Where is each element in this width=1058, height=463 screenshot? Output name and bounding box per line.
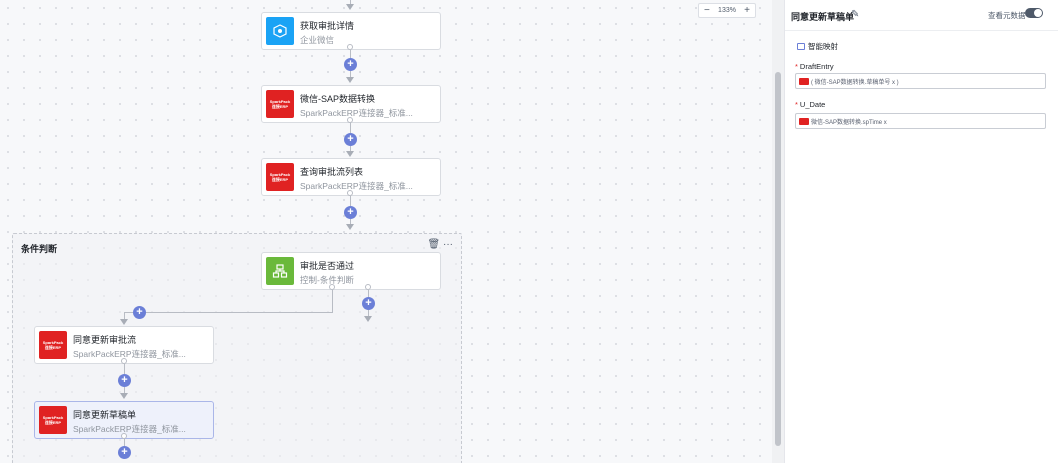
add-step-button[interactable]: +: [133, 306, 146, 319]
add-step-button[interactable]: +: [118, 446, 131, 459]
canvas-scrollbar[interactable]: [772, 0, 784, 463]
arrow-down-icon: [120, 393, 128, 399]
group-title: 条件判断: [21, 244, 58, 254]
sparkpack-logo-icon: SparkPack 连接ERP: [39, 406, 67, 434]
arrow-down-icon: [120, 319, 128, 325]
smart-mapping-label: 智能映射: [808, 42, 838, 51]
sparkpack-tag-icon: [799, 117, 809, 125]
sparkpack-logo-icon: SparkPack 连接ERP: [39, 331, 67, 359]
more-icon[interactable]: ···: [443, 239, 453, 250]
add-step-button[interactable]: +: [362, 297, 375, 310]
flow-canvas[interactable]: 获取审批详情 企业微信 + SparkPack 连接ERP 微信-SAP数据转换 …: [0, 0, 772, 463]
arrow-down-icon: [346, 77, 354, 83]
arrow-down-icon: [346, 224, 354, 230]
node-title: 同意更新草稿单: [73, 410, 137, 420]
node-title: 获取审批详情: [300, 21, 355, 31]
metadata-toggle[interactable]: [1025, 8, 1043, 18]
sparkpack-tag-icon: [799, 77, 809, 85]
field-label-udate: * U_Date: [795, 100, 826, 109]
node-title: 同意更新审批流: [73, 335, 137, 345]
properties-panel: 同意更新草稿单 ✎ 查看元数据 智能映射 * DraftEntry ( 微信-SA…: [784, 0, 1058, 463]
field-label-draftentry: * DraftEntry: [795, 62, 834, 71]
panel-title: 同意更新草稿单: [791, 12, 855, 22]
condition-branch-icon: [266, 257, 294, 285]
sparkpack-logo-icon: SparkPack 连接ERP: [266, 90, 294, 118]
node-approval-passed[interactable]: 审批是否通过 控制-条件判断: [261, 252, 441, 290]
toggle-knob: [1034, 9, 1042, 17]
udate-input[interactable]: 微信-SAP数据转换.spTime x: [795, 113, 1046, 129]
node-title: 查询审批流列表: [300, 167, 364, 177]
draftentry-input[interactable]: ( 微信-SAP数据转换.草稿单号 x ): [795, 73, 1046, 89]
add-step-button[interactable]: +: [344, 206, 357, 219]
add-step-button[interactable]: +: [344, 133, 357, 146]
delete-icon[interactable]: 🗑: [428, 239, 441, 250]
zoom-out-button[interactable]: −: [704, 5, 710, 16]
field-value: 微信-SAP数据转换.spTime x: [811, 119, 887, 126]
connector-line: [350, 50, 351, 58]
node-subtitle: 企业微信: [300, 35, 335, 45]
add-step-button[interactable]: +: [344, 58, 357, 71]
zoom-in-button[interactable]: +: [744, 5, 750, 16]
scrollbar-thumb[interactable]: [775, 72, 781, 446]
smart-mapping-button[interactable]: 智能映射: [797, 41, 838, 52]
connector-line: [124, 312, 333, 313]
connector-line: [368, 290, 369, 297]
node-title: 微信-SAP数据转换: [300, 94, 376, 104]
group-actions: 🗑 ···: [428, 239, 453, 250]
arrow-down-icon: [364, 316, 372, 322]
view-metadata-label: 查看元数据: [988, 11, 1026, 20]
node-subtitle: SparkPackERP连接器_标准...: [73, 349, 186, 359]
node-subtitle: SparkPackERP连接器_标准...: [73, 424, 186, 434]
node-title: 审批是否通过: [300, 261, 355, 271]
sparkpack-logo-icon: SparkPack 连接ERP: [266, 163, 294, 191]
connector-line: [124, 364, 125, 374]
mapping-icon: [797, 43, 805, 50]
node-subtitle: SparkPackERP连接器_标准...: [300, 181, 413, 191]
connector-line: [332, 290, 333, 312]
connector-line: [350, 123, 351, 133]
edit-icon[interactable]: ✎: [851, 9, 859, 20]
node-subtitle: 控制-条件判断: [300, 275, 354, 285]
node-subtitle: SparkPackERP连接器_标准...: [300, 108, 413, 118]
panel-divider: [785, 30, 1058, 31]
connector-line: [350, 196, 351, 206]
arrow-down-icon: [346, 4, 354, 10]
add-step-button[interactable]: +: [118, 374, 131, 387]
zoom-control: − 133% +: [698, 3, 756, 18]
wecom-icon: [266, 17, 294, 45]
zoom-level: 133%: [718, 7, 736, 14]
field-value: ( 微信-SAP数据转换.草稿单号 x ): [811, 79, 899, 86]
arrow-down-icon: [346, 151, 354, 157]
